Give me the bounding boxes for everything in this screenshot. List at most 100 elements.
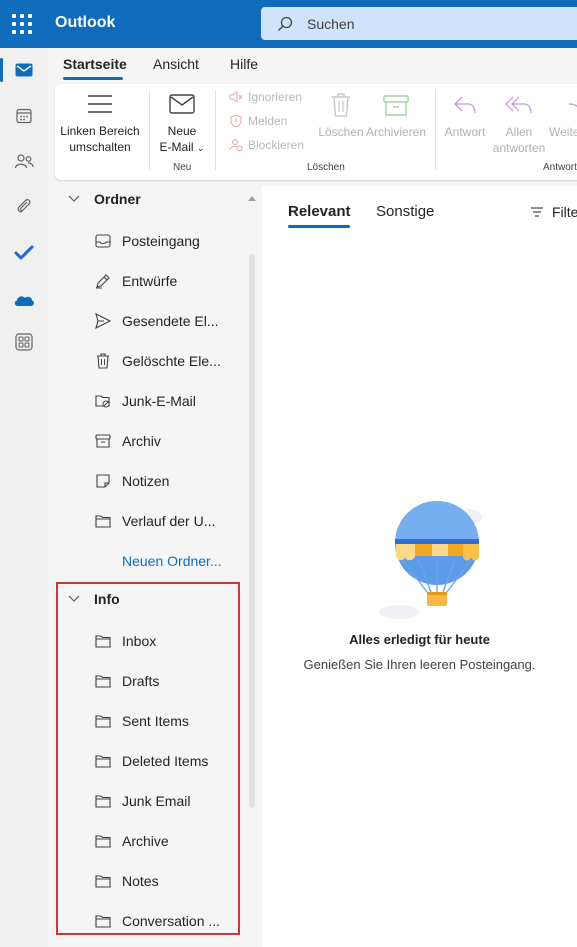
app-title[interactable]: Outlook: [55, 14, 115, 32]
folder-entwuerfe[interactable]: Entwürfe: [94, 270, 254, 292]
group-label-delete: Löschen: [307, 162, 345, 173]
folder-label: Posteingang: [122, 233, 200, 249]
chevron-down-icon: [68, 195, 80, 202]
block-person-icon: [229, 139, 243, 152]
report-button[interactable]: Melden: [229, 114, 287, 128]
rail-people[interactable]: [0, 141, 48, 181]
block-label: Blockieren: [248, 138, 305, 152]
report-label: Melden: [248, 114, 288, 128]
archive-icon: [94, 432, 112, 450]
section-ordner[interactable]: Ordner: [68, 191, 141, 207]
tab-relevant[interactable]: Relevant: [288, 203, 351, 220]
paperclip-icon: [17, 199, 31, 213]
new-folder-link[interactable]: Neuen Ordner...: [122, 553, 222, 569]
apps-grid-icon: [15, 333, 33, 351]
reply-all-button[interactable]: Allen antworten: [490, 92, 548, 156]
hot-air-balloon-illustration: [379, 501, 482, 619]
folder-label: Notizen: [122, 473, 170, 489]
ignore-label: Ignorieren: [248, 90, 303, 104]
rail-active-indicator: [0, 58, 3, 82]
folder-gesendete[interactable]: Gesendete El...: [94, 310, 254, 332]
todo-check-icon: [14, 245, 34, 260]
new-mail-label-2-text: E-Mail: [159, 140, 194, 154]
onedrive-cloud-icon: [14, 296, 34, 306]
folder-archiv[interactable]: Archiv: [94, 430, 254, 452]
folder-label: Archiv: [122, 433, 161, 449]
ribbon-separator: [215, 90, 216, 170]
hamburger-icon: [88, 95, 112, 113]
reply-button[interactable]: Antwort: [440, 92, 490, 140]
filter-label: Filte: [552, 204, 577, 220]
archive-label: Archivieren: [365, 125, 427, 139]
chevron-down-icon: ⌄: [196, 143, 205, 153]
block-button[interactable]: Blockieren: [229, 138, 304, 152]
ribbon-tabs: Startseite Ansicht Hilfe: [48, 48, 577, 82]
folder-label: Junk-E-Mail: [122, 393, 196, 409]
search-box[interactable]: Suchen: [261, 7, 577, 40]
calendar-icon: [16, 108, 32, 124]
folder-icon: [94, 512, 112, 530]
mail-icon: [15, 63, 33, 77]
inbox-icon: [94, 232, 112, 250]
search-icon: [278, 16, 293, 31]
trash-icon: [94, 352, 112, 370]
empty-state-title: Alles erledigt für heute: [349, 632, 490, 647]
empty-state-subtitle: Genießen Sie Ihren leeren Posteingang.: [303, 657, 536, 672]
active-tab-underline: [63, 77, 123, 80]
filter-button[interactable]: Filte: [530, 204, 577, 220]
ribbon: Linken Bereich umschalten Neue E-Mail ⌄ …: [55, 84, 577, 180]
rail-onedrive[interactable]: [0, 280, 48, 320]
scroll-up-icon[interactable]: [248, 195, 256, 201]
rail-attachments[interactable]: [0, 187, 48, 227]
toggle-left-pane-label: Linken Bereich umschalten: [60, 124, 140, 154]
new-mail-label-2: E-Mail ⌄: [153, 139, 211, 156]
folder-posteingang[interactable]: Posteingang: [94, 230, 254, 252]
group-label-new: Neu: [173, 162, 192, 173]
app-launcher-icon[interactable]: [12, 14, 32, 34]
mute-icon: [229, 91, 243, 103]
folder-notizen[interactable]: Notizen: [94, 470, 254, 492]
junk-icon: [94, 392, 112, 410]
highlight-box: [56, 582, 240, 935]
tab-startseite[interactable]: Startseite: [63, 56, 127, 72]
ribbon-area: Linken Bereich umschalten Neue E-Mail ⌄ …: [48, 82, 577, 186]
folder-label: Gelöschte Ele...: [122, 353, 221, 369]
rail-apps[interactable]: [0, 322, 48, 362]
ribbon-separator: [435, 90, 436, 170]
search-placeholder: Suchen: [307, 16, 355, 32]
folder-junk[interactable]: Junk-E-Mail: [94, 390, 254, 412]
delete-label: Löschen: [318, 125, 364, 139]
folder-geloeschte[interactable]: Gelöschte Ele...: [94, 350, 254, 372]
tab-hilfe[interactable]: Hilfe: [230, 56, 258, 72]
tab-sonstige[interactable]: Sonstige: [376, 203, 434, 220]
toggle-left-pane-button[interactable]: Linken Bereich umschalten: [58, 92, 142, 155]
reply-all-arrow-icon: [505, 96, 532, 114]
tab-ansicht[interactable]: Ansicht: [153, 56, 199, 72]
archive-button[interactable]: Archivieren: [365, 92, 427, 140]
filter-icon: [531, 207, 543, 217]
archive-box-icon: [383, 95, 409, 116]
reply-label: Antwort: [444, 125, 486, 139]
message-list-pane: Relevant Sonstige Filte Alles erledigt f…: [262, 186, 577, 947]
shield-icon: [230, 114, 242, 128]
rail-mail[interactable]: [0, 50, 48, 90]
rail-calendar[interactable]: [0, 96, 48, 136]
folder-label: Gesendete El...: [122, 313, 219, 329]
rail-todo[interactable]: [0, 233, 48, 273]
reply-all-label-2: antworten: [492, 141, 546, 155]
forward-button[interactable]: Weite: [549, 92, 577, 140]
new-mail-button[interactable]: Neue E-Mail ⌄: [153, 92, 211, 156]
forward-arrow-icon: [568, 103, 577, 108]
ribbon-separator: [149, 90, 150, 170]
folder-verlauf[interactable]: Verlauf der U...: [94, 510, 254, 532]
folder-label: Verlauf der U...: [122, 513, 216, 529]
active-mail-tab-underline: [288, 225, 350, 228]
ignore-button[interactable]: Ignorieren: [229, 90, 302, 104]
new-mail-label-1: Neue: [167, 124, 197, 138]
send-icon: [94, 312, 112, 330]
delete-button[interactable]: Löschen: [318, 92, 364, 140]
group-label-respond: Antwort: [543, 162, 577, 173]
app-rail: [0, 48, 48, 947]
reply-arrow-icon: [454, 96, 476, 114]
pencil-icon: [94, 272, 112, 290]
